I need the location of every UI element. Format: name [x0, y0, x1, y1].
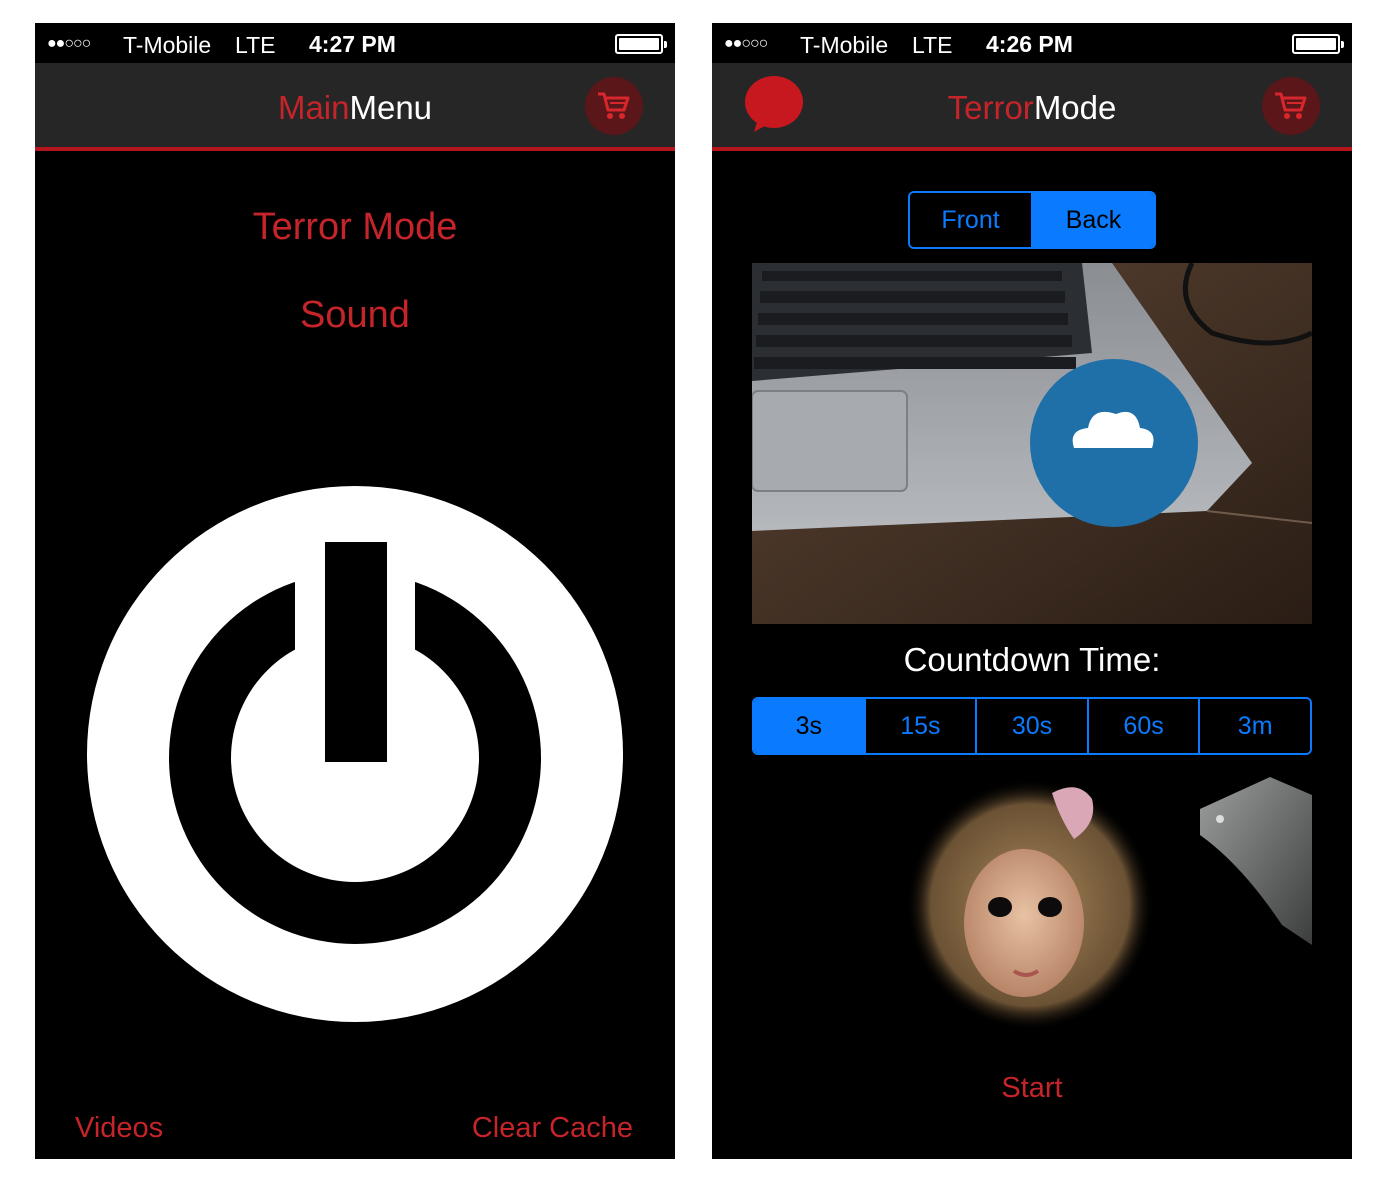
title-part-main: Main [277, 89, 350, 126]
cart-icon [1275, 92, 1307, 119]
nav-bar: MainMenu [35, 63, 675, 151]
menu-item-terror-mode[interactable]: Terror Mode [35, 205, 675, 249]
main-menu-screen: ●●○○○ T-Mobile LTE 4:27 PM MainMenu Terr… [35, 23, 675, 1159]
clear-cache-link[interactable]: Clear Cache [472, 1111, 633, 1145]
camera-selector: Front Back [908, 191, 1156, 249]
carrier-name: T-Mobile [123, 32, 212, 58]
countdown-option-3s[interactable]: 3s [754, 699, 864, 753]
camera-preview-image [752, 263, 1312, 624]
status-time: 4:27 PM [309, 31, 396, 57]
camera-option-back[interactable]: Back [1031, 193, 1154, 247]
countdown-option-30s[interactable]: 30s [975, 699, 1087, 753]
network-type: LTE [912, 32, 953, 58]
title-part-menu: Menu [349, 89, 433, 126]
status-bar: ●●○○○ T-Mobile LTE 4:26 PM [712, 23, 1352, 63]
nav-bar: TerrorMode [712, 63, 1352, 151]
battery-icon [1292, 34, 1344, 54]
battery-icon [615, 34, 667, 54]
cart-button[interactable] [585, 77, 643, 135]
status-time: 4:26 PM [986, 31, 1073, 57]
title-part-mode: Mode [1033, 89, 1117, 126]
title-part-terror: Terror [947, 89, 1034, 126]
status-bar: ●●○○○ T-Mobile LTE 4:27 PM [35, 23, 675, 63]
power-button[interactable] [87, 486, 623, 1022]
page-title: MainMenu [35, 89, 675, 127]
videos-link[interactable]: Videos [75, 1111, 163, 1145]
countdown-option-15s[interactable]: 15s [863, 699, 976, 753]
cart-button[interactable] [1262, 77, 1320, 135]
countdown-selector: 3s 15s 30s 60s 3m [752, 697, 1312, 755]
countdown-option-3m[interactable]: 3m [1198, 699, 1310, 753]
countdown-label: Countdown Time: [903, 641, 1161, 678]
menu-item-sound[interactable]: Sound [35, 293, 675, 337]
start-button[interactable]: Start [712, 1071, 1352, 1105]
network-type: LTE [235, 32, 276, 58]
signal-strength-icon: ●●○○○ [724, 35, 768, 52]
scare-image-carousel[interactable] [902, 775, 1312, 1037]
signal-strength-icon: ●●○○○ [47, 35, 91, 52]
scare-images [906, 777, 1312, 1031]
camera-option-front[interactable]: Front [910, 193, 1031, 247]
terror-mode-screen: ●●○○○ T-Mobile LTE 4:26 PM TerrorMode Fr… [712, 23, 1352, 1159]
cart-icon [598, 92, 630, 119]
power-icon [87, 486, 623, 1022]
countdown-option-60s[interactable]: 60s [1086, 699, 1199, 753]
page-title: TerrorMode [712, 89, 1352, 127]
carrier-name: T-Mobile [800, 32, 889, 58]
camera-preview [752, 263, 1312, 624]
